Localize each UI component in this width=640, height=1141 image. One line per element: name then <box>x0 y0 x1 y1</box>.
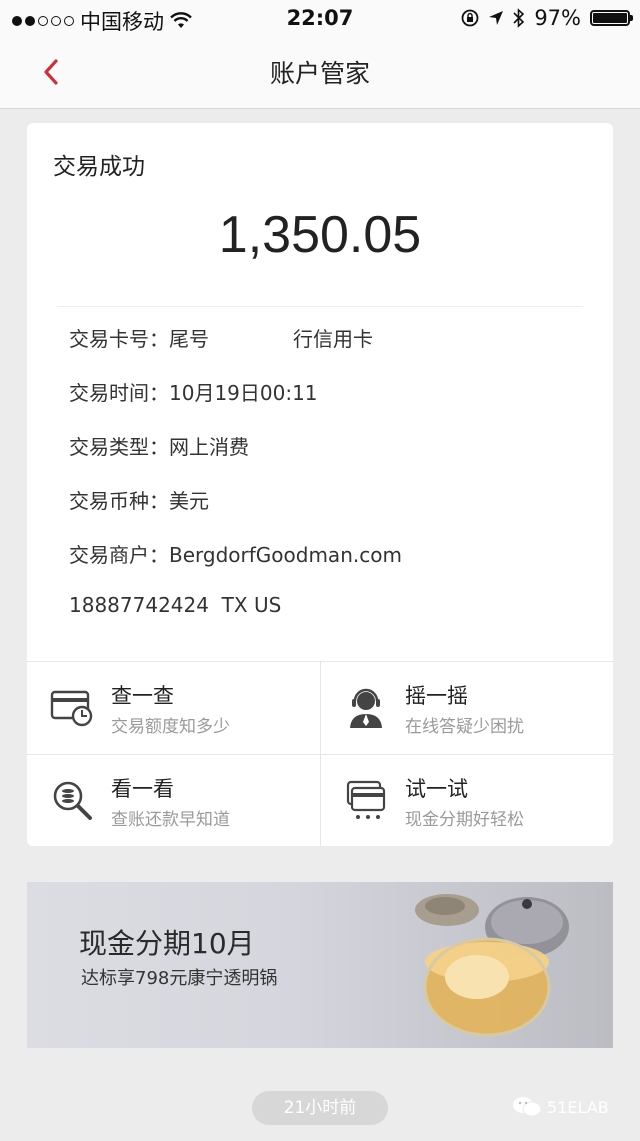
divider <box>57 306 583 307</box>
service-shake[interactable]: 摇一摇 在线答疑少困扰 <box>321 662 614 754</box>
transaction-currency-value: 美元 <box>169 489 209 513</box>
banner-headline: 现金分期10月 <box>79 927 255 960</box>
merchant-row: 交易商户：BergdorfGoodman.com <box>69 539 402 568</box>
message-timestamp: 21小时前 <box>252 1091 388 1125</box>
transaction-currency-label: 交易币种： <box>69 489 169 513</box>
battery-icon <box>590 10 633 26</box>
service-subtitle: 现金分期好轻松 <box>405 810 524 830</box>
transaction-amount: 1,350.05 <box>218 206 422 264</box>
service-subtitle: 交易额度知多少 <box>111 717 230 737</box>
service-view-bills[interactable]: 看一看 查账还款早知道 <box>27 755 320 847</box>
page-title: 账户管家 <box>269 59 370 88</box>
customer-service-icon <box>350 688 382 728</box>
transaction-type-row: 交易类型：网上消费 <box>69 431 249 460</box>
card-number-row: 交易卡号：尾号 行信用卡 <box>69 323 373 352</box>
transaction-type-label: 交易类型： <box>69 435 169 459</box>
bluetooth-icon <box>513 8 525 28</box>
service-title: 试一试 <box>405 777 468 801</box>
card-number-label: 交易卡号： <box>69 327 169 351</box>
navigation-bar: 账户管家 <box>0 36 640 109</box>
merchant-label: 交易商户： <box>69 543 169 567</box>
merchant-extra-row: 18887742424 TX US <box>69 593 281 617</box>
banner-subline: 达标享798元康宁透明锅 <box>81 968 278 989</box>
cards-stack-icon <box>346 780 386 819</box>
transaction-time-label: 交易时间： <box>69 381 169 405</box>
service-installment[interactable]: 试一试 现金分期好轻松 <box>321 755 614 847</box>
magnifier-coins-icon <box>53 781 92 820</box>
battery-percent: 97% <box>534 6 581 30</box>
merchant-value: BergdorfGoodman.com <box>169 543 402 567</box>
service-title: 看一看 <box>111 777 174 801</box>
transaction-time-row: 交易时间：10月19日00:11 <box>69 377 318 406</box>
service-subtitle: 查账还款早知道 <box>111 810 230 830</box>
promo-banner[interactable]: 现金分期10月 达标享798元康宁透明锅 <box>27 882 613 1048</box>
watermark: 51ELAB <box>512 1096 609 1118</box>
merchant-extra: 18887742424 TX US <box>69 593 282 617</box>
status-bar: 中国移动 22:07 97% <box>0 0 640 36</box>
status-right: 97% <box>461 6 633 30</box>
watermark-text: 51ELAB <box>547 1097 609 1117</box>
card-number-prefix: 尾号 <box>169 327 209 351</box>
wechat-icon <box>513 1097 542 1117</box>
service-subtitle: 在线答疑少困扰 <box>405 717 524 737</box>
transaction-time-value: 10月19日00:11 <box>169 381 318 405</box>
transaction-currency-row: 交易币种：美元 <box>69 485 209 514</box>
card-number-bank: 行信用卡 <box>293 327 373 351</box>
transaction-type-value: 网上消费 <box>169 435 249 459</box>
location-arrow-icon <box>489 11 504 25</box>
card-clock-icon <box>50 690 93 727</box>
service-check-limit[interactable]: 查一查 交易额度知多少 <box>27 662 320 754</box>
rotation-lock-icon <box>461 9 479 27</box>
service-title: 摇一摇 <box>405 684 468 708</box>
transaction-card: 交易成功 1,350.05 交易卡号：尾号 行信用卡 交易时间：10月19日00:… <box>27 123 613 846</box>
glass-pot-image <box>415 894 569 1037</box>
transaction-status: 交易成功 <box>53 154 145 180</box>
service-title: 查一查 <box>111 684 174 708</box>
